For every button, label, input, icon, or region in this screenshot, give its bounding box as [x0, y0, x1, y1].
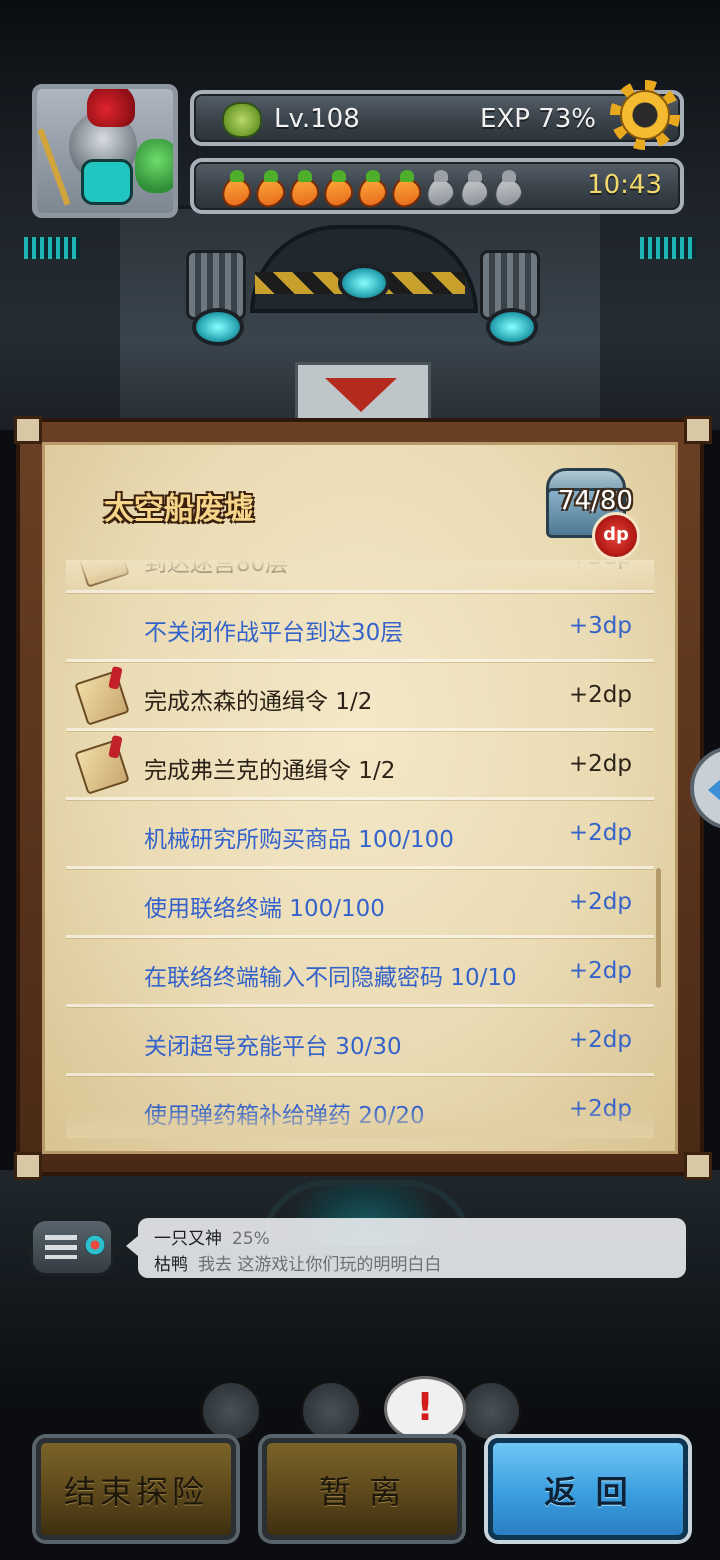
carrot-icon [216, 168, 250, 208]
menu-lines-icon [45, 1235, 77, 1259]
chat-user: 一只又神 [154, 1229, 222, 1249]
list-fade [66, 560, 654, 592]
list-fade [66, 1108, 654, 1138]
end-expedition-button[interactable]: 结束探险 [36, 1438, 236, 1540]
task-reward: +2dp [568, 682, 632, 708]
dp-progress: 74/80 [558, 486, 633, 516]
task-reward: +2dp [568, 889, 632, 915]
panel-corner [14, 416, 42, 444]
task-list: 到达迷宫80层+3dp不关闭作战平台到达30层+3dp完成杰森的通缉令 1/2+… [66, 560, 654, 1136]
light-left [192, 308, 244, 346]
hero-face [81, 159, 133, 205]
carrot-icon [488, 168, 522, 208]
chat-dot-icon [85, 1235, 105, 1255]
carrot-icon [250, 168, 284, 208]
quest-scroll-icon [74, 739, 130, 795]
hero-plume [87, 89, 135, 127]
settings-gear-icon[interactable] [610, 80, 680, 150]
panel-corner [684, 416, 712, 444]
carrot-icon [284, 168, 318, 208]
level-text: Lv.108 [274, 104, 360, 134]
task-row: 完成弗兰克的通缉令 1/2 +2dp [66, 731, 654, 800]
vent-left [24, 237, 80, 259]
task-row: 在联络终端输入不同隐藏密码 10/10 +2dp [66, 938, 654, 1007]
task-reward: +2dp [568, 958, 632, 984]
pet-icon [135, 139, 173, 193]
skill-orb-icon [460, 1380, 522, 1442]
alert-bubble-icon[interactable]: ! [384, 1376, 466, 1442]
leave-temporarily-button[interactable]: 暂 离 [262, 1438, 462, 1540]
task-row: 使用联络终端 100/100 +2dp [66, 869, 654, 938]
task-reward: +2dp [568, 820, 632, 846]
energy-bar: 10:43 [190, 158, 684, 214]
chat-line: 一只又神 25% [154, 1224, 270, 1249]
back-button[interactable]: 返 回 [488, 1438, 688, 1540]
light-center [338, 264, 390, 302]
down-arrow-icon [325, 378, 397, 412]
task-row: 不关闭作战平台到达30层 +3dp [66, 593, 654, 662]
panel-corner [14, 1152, 42, 1180]
skill-orb-icon [200, 1380, 262, 1442]
task-text: 关闭超导充能平台 30/30 [144, 1034, 402, 1060]
chat-button[interactable] [30, 1218, 114, 1276]
quest-scroll-icon [74, 670, 130, 726]
staff-icon [37, 128, 71, 206]
energy-carrots [216, 168, 522, 208]
chat-message: 我去 这游戏让你们玩的明明白白 [198, 1255, 442, 1275]
task-list-viewport[interactable]: 到达迷宫80层+3dp不关闭作战平台到达30层+3dp完成杰森的通缉令 1/2+… [66, 560, 654, 1136]
skill-orb-icon [300, 1380, 362, 1442]
vent-right [640, 237, 696, 259]
carrot-icon [454, 168, 488, 208]
task-text: 完成弗兰克的通缉令 1/2 [144, 758, 396, 784]
carrot-icon [420, 168, 454, 208]
panel-title: 太空船废墟 [104, 492, 254, 527]
task-reward: +2dp [568, 1027, 632, 1053]
scrollbar[interactable] [656, 868, 661, 988]
task-row: 关闭超导充能平台 30/30 +2dp [66, 1007, 654, 1076]
carrot-icon [386, 168, 420, 208]
carrot-icon [318, 168, 352, 208]
task-text: 机械研究所购买商品 100/100 [144, 827, 454, 853]
task-reward: +3dp [568, 613, 632, 639]
task-reward: +2dp [568, 751, 632, 777]
light-right [486, 308, 538, 346]
task-text: 不关闭作战平台到达30层 [144, 620, 404, 646]
chat-user: 枯鸭 [154, 1255, 188, 1275]
chat-message: 25% [232, 1229, 270, 1249]
dp-badge-icon: dp [592, 512, 640, 560]
panel-corner [684, 1152, 712, 1180]
carrot-icon [352, 168, 386, 208]
exp-text: EXP 73% [480, 104, 596, 134]
level-emblem-icon [222, 102, 262, 138]
player-portrait[interactable] [32, 84, 178, 218]
alert-mark: ! [416, 1385, 434, 1429]
task-row: 完成杰森的通缉令 1/2 +2dp [66, 662, 654, 731]
task-text: 完成杰森的通缉令 1/2 [144, 689, 373, 715]
energy-timer: 10:43 [587, 170, 662, 200]
chat-line: 枯鸭 我去 这游戏让你们玩的明明白白 [154, 1250, 441, 1275]
chat-bubble[interactable]: 一只又神 25% 枯鸭 我去 这游戏让你们玩的明明白白 [126, 1218, 686, 1278]
task-text: 使用联络终端 100/100 [144, 896, 385, 922]
task-row: 机械研究所购买商品 100/100 +2dp [66, 800, 654, 869]
task-text: 在联络终端输入不同隐藏密码 10/10 [144, 965, 517, 991]
